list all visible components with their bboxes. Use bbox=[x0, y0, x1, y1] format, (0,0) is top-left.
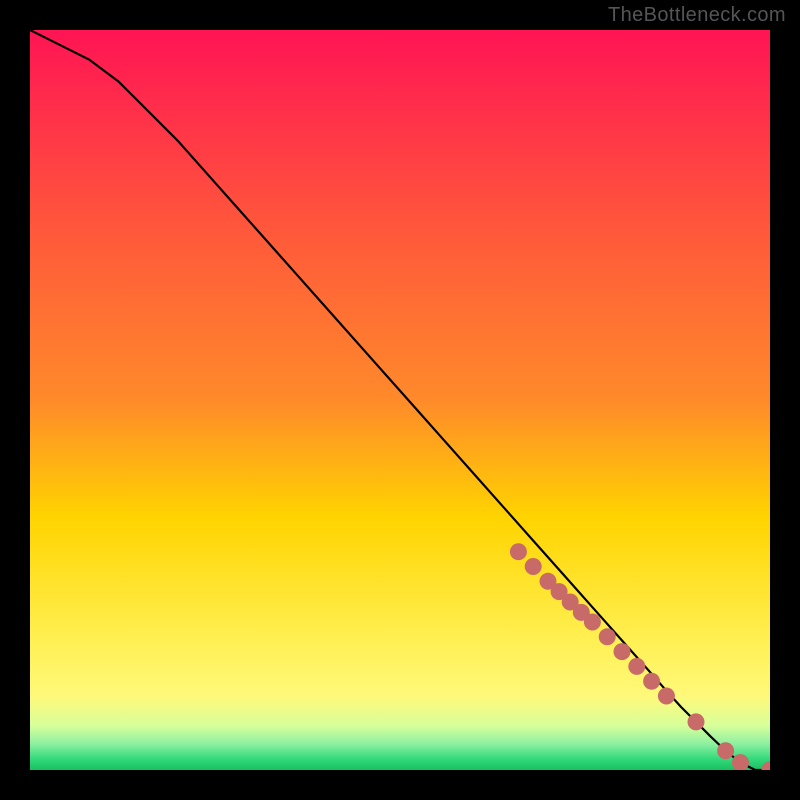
data-point-marker bbox=[658, 688, 675, 705]
watermark-text: TheBottleneck.com bbox=[608, 4, 786, 27]
data-point-marker bbox=[525, 558, 542, 575]
data-point-marker bbox=[599, 628, 616, 645]
data-point-marker bbox=[510, 543, 527, 560]
data-point-marker bbox=[717, 742, 734, 759]
data-point-marker bbox=[643, 673, 660, 690]
data-point-marker bbox=[688, 713, 705, 730]
chart-svg bbox=[30, 30, 770, 770]
data-point-marker bbox=[628, 658, 645, 675]
plot-area bbox=[30, 30, 770, 770]
gradient-background bbox=[30, 30, 770, 770]
data-point-marker bbox=[614, 643, 631, 660]
data-point-marker bbox=[584, 614, 601, 631]
chart-frame: TheBottleneck.com bbox=[0, 0, 800, 800]
